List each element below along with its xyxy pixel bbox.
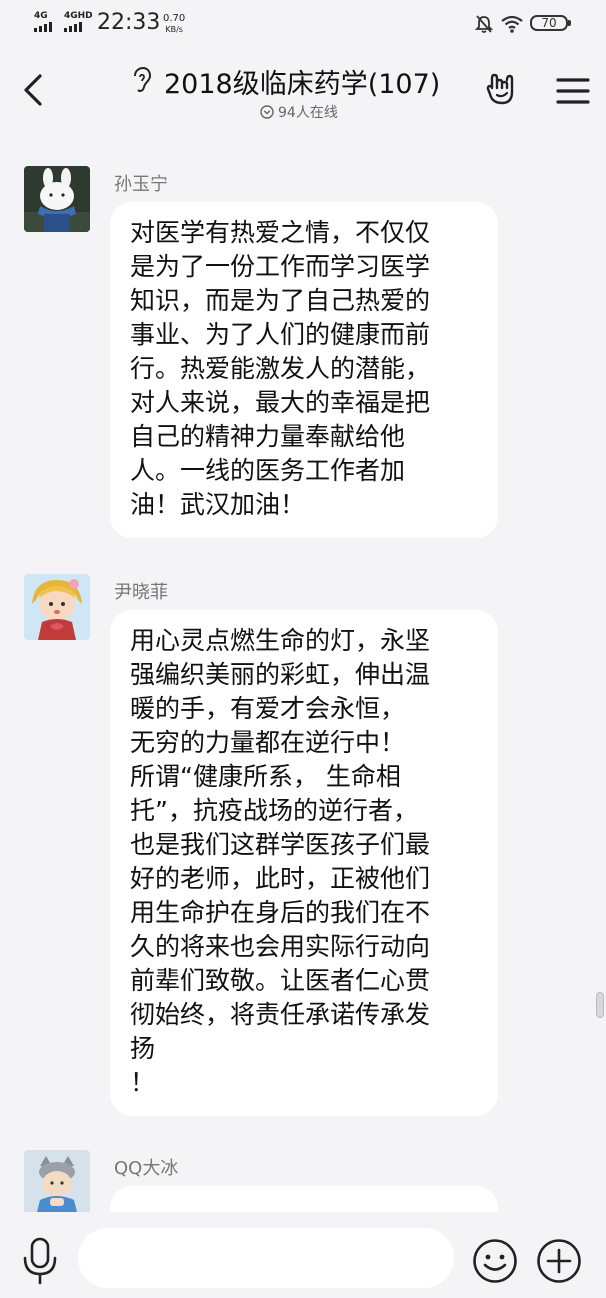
cartoon-bunny-avatar bbox=[24, 166, 90, 232]
chat-header: 2018级临床药学(107) 94人在线 bbox=[0, 46, 606, 132]
hand-gesture-icon[interactable] bbox=[484, 72, 520, 108]
scroll-indicator[interactable] bbox=[596, 992, 604, 1018]
cartoon-boy-avatar bbox=[24, 1150, 90, 1212]
signal-label-1: 4G bbox=[34, 11, 48, 21]
message-input[interactable] bbox=[78, 1228, 454, 1288]
online-count-label: 94人在线 bbox=[278, 105, 338, 121]
battery-level: 70 bbox=[541, 16, 557, 30]
message-bubble[interactable]: 用心灵点燃生命的灯，永坚 强编织美丽的彩虹，伸出温 暖的手，有爱才会永恒， 无穷… bbox=[110, 610, 498, 1116]
avatar[interactable] bbox=[24, 574, 90, 640]
emoji-icon[interactable] bbox=[472, 1238, 518, 1284]
back-icon[interactable] bbox=[18, 70, 54, 110]
status-time: 22:33 bbox=[97, 10, 161, 35]
sender-name: 孙玉宁 bbox=[114, 174, 168, 195]
sender-name: QQ大冰 bbox=[114, 1158, 179, 1179]
battery-icon: 70 bbox=[530, 15, 571, 31]
mute-bell-icon bbox=[474, 15, 494, 33]
message-list[interactable]: 孙玉宁 对医学有热爱之情，不仅仅 是为了一份工作而学习医学 知识，而是为了自己热… bbox=[0, 132, 606, 1212]
speed-unit: KB/s bbox=[165, 25, 183, 34]
avatar[interactable] bbox=[24, 1150, 90, 1212]
cartoon-girl-avatar bbox=[24, 574, 90, 640]
signal-bars-1-icon bbox=[34, 22, 52, 32]
chat-title[interactable]: 2018级临床药学(107) bbox=[164, 62, 440, 101]
message-bubble[interactable]: 对医学有热爱之情，不仅仅 是为了一份工作而学习医学 知识，而是为了自己热爱的 事… bbox=[110, 202, 498, 538]
sender-name: 尹晓菲 bbox=[114, 582, 168, 603]
signal-bars-2-icon bbox=[64, 22, 82, 32]
plus-icon[interactable] bbox=[536, 1238, 582, 1284]
signal-label-2: 4GHD bbox=[64, 11, 93, 21]
online-count[interactable]: 94人在线 bbox=[260, 102, 338, 122]
network-speed: 0.70 KB/s bbox=[163, 13, 185, 35]
status-bar: 4G 4GHD 22:33 0.70 KB/s 70 bbox=[0, 0, 606, 46]
input-bar bbox=[0, 1212, 606, 1298]
wifi-icon bbox=[501, 15, 523, 33]
message-bubble[interactable] bbox=[110, 1186, 498, 1212]
ear-icon[interactable] bbox=[130, 66, 152, 94]
microphone-icon[interactable] bbox=[20, 1236, 60, 1286]
avatar[interactable] bbox=[24, 166, 90, 232]
menu-icon[interactable] bbox=[556, 76, 590, 106]
online-chevron-icon bbox=[260, 105, 274, 119]
speed-value: 0.70 bbox=[163, 13, 186, 24]
